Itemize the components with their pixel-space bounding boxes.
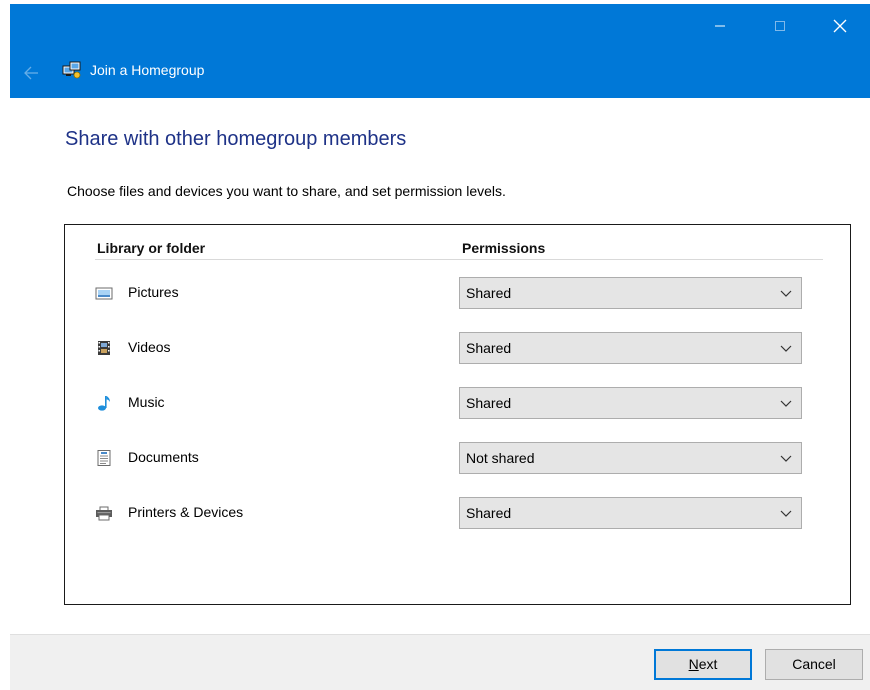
table-row-pictures: Pictures Shared bbox=[65, 277, 850, 309]
permission-select-pictures[interactable]: Shared bbox=[459, 277, 802, 309]
column-header-library: Library or folder bbox=[97, 240, 206, 256]
minimize-icon bbox=[715, 25, 725, 27]
close-icon bbox=[833, 19, 847, 33]
join-homegroup-window: Join a Homegroup Share with other homegr… bbox=[0, 0, 870, 690]
row-label-documents: Documents bbox=[128, 449, 199, 465]
page-heading: Share with other homegroup members bbox=[65, 128, 407, 150]
next-label-rest: ext bbox=[698, 656, 718, 672]
back-arrow-icon bbox=[24, 66, 38, 80]
header-divider bbox=[95, 259, 823, 260]
permission-value-videos: Shared bbox=[466, 340, 512, 356]
printer-icon bbox=[96, 506, 112, 521]
permission-select-documents[interactable]: Not shared bbox=[459, 442, 802, 474]
title-bar: Join a Homegroup bbox=[10, 4, 870, 98]
chevron-down-icon bbox=[780, 510, 792, 517]
close-button[interactable] bbox=[810, 4, 870, 48]
table-row-music: Music Shared bbox=[65, 387, 850, 419]
maximize-icon bbox=[775, 21, 785, 31]
permission-select-printers[interactable]: Shared bbox=[459, 497, 802, 529]
row-label-music: Music bbox=[128, 394, 165, 410]
permission-value-music: Shared bbox=[466, 395, 512, 411]
window-title: Join a Homegroup bbox=[90, 62, 205, 78]
permission-select-music[interactable]: Shared bbox=[459, 387, 802, 419]
next-button[interactable]: Next bbox=[654, 649, 752, 680]
row-label-videos: Videos bbox=[128, 339, 171, 355]
table-row-videos: Videos Shared bbox=[65, 332, 850, 364]
maximize-button[interactable] bbox=[750, 4, 810, 48]
share-table: Library or folder Permissions Pictures S… bbox=[64, 224, 851, 605]
permission-select-videos[interactable]: Shared bbox=[459, 332, 802, 364]
chevron-down-icon bbox=[780, 290, 792, 297]
column-header-permissions: Permissions bbox=[462, 240, 546, 256]
table-row-printers: Printers & Devices Shared bbox=[65, 497, 850, 529]
dialog-footer: Next Cancel bbox=[10, 634, 870, 690]
chevron-down-icon bbox=[780, 400, 792, 407]
permission-value-pictures: Shared bbox=[466, 285, 512, 301]
documents-icon bbox=[97, 450, 111, 466]
row-label-pictures: Pictures bbox=[128, 284, 179, 300]
back-button[interactable] bbox=[18, 60, 44, 86]
table-row-documents: Documents Not shared bbox=[65, 442, 850, 474]
cancel-button[interactable]: Cancel bbox=[765, 649, 863, 680]
permission-value-documents: Not shared bbox=[466, 450, 535, 466]
homegroup-icon bbox=[62, 61, 81, 79]
music-icon bbox=[98, 396, 110, 411]
next-accelerator: N bbox=[688, 656, 699, 672]
row-label-printers: Printers & Devices bbox=[128, 504, 244, 520]
permission-value-printers: Shared bbox=[466, 505, 512, 521]
videos-icon bbox=[98, 341, 110, 355]
page-subtitle: Choose files and devices you want to sha… bbox=[67, 183, 506, 199]
chevron-down-icon bbox=[780, 345, 792, 352]
window-left-edge bbox=[0, 0, 10, 689]
chevron-down-icon bbox=[780, 455, 792, 462]
window-controls bbox=[690, 4, 870, 48]
pictures-icon bbox=[95, 287, 113, 300]
minimize-button[interactable] bbox=[690, 4, 750, 48]
